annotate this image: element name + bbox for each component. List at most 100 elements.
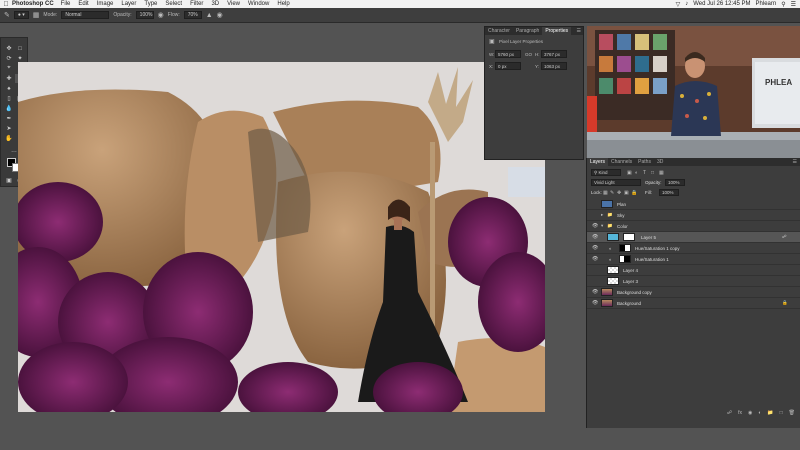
tab-3d[interactable]: 3D (654, 159, 666, 165)
lock-position-icon[interactable]: ✥ (617, 190, 621, 196)
brush-tool-icon[interactable]: ✎ (4, 11, 10, 19)
menu-edit[interactable]: Edit (78, 1, 88, 7)
tab-channels[interactable]: Channels (608, 159, 635, 165)
volume-icon[interactable]: ♪ (685, 1, 688, 7)
layer-mask-thumbnail[interactable] (619, 255, 631, 263)
options-bar: ✎ ● ▾ ▦ Mode: Normal Opacity: 100% ◉ Flo… (0, 8, 800, 23)
crop-tool-icon[interactable]: ⌖ (4, 64, 14, 73)
menu-type[interactable]: Type (144, 1, 157, 7)
visibility-eye-icon[interactable]: 👁 (592, 223, 598, 229)
tab-paths[interactable]: Paths (635, 159, 654, 165)
layer-row-sky[interactable]: ▸ 📁 Sky (587, 210, 800, 221)
layer-row-background[interactable]: 👁 Background 🔒 (587, 298, 800, 309)
blend-mode-select[interactable]: Vivid Light (591, 179, 641, 186)
pressure-size-icon[interactable]: ◉ (217, 11, 223, 19)
wifi-icon[interactable]: ▽ (676, 1, 681, 8)
menu-file[interactable]: File (61, 1, 71, 7)
pixel-layer-icon: ▣ (489, 39, 495, 45)
filter-smart-object-icon[interactable]: ▦ (659, 170, 664, 176)
tab-paragraph[interactable]: Paragraph (513, 28, 542, 34)
filter-adjustment-icon[interactable]: ◐ (635, 170, 638, 176)
hand-tool-icon[interactable]: ✋ (4, 134, 14, 143)
lock-artboard-icon[interactable]: ▣ (624, 190, 629, 196)
blur-tool-icon[interactable]: 💧 (4, 104, 14, 113)
layer-style-icon[interactable]: fx (738, 410, 742, 420)
pressure-opacity-icon[interactable]: ◉ (158, 11, 164, 19)
marquee-tool-icon[interactable]: □ (15, 44, 25, 53)
document-canvas[interactable] (18, 62, 545, 412)
lock-pixels-icon[interactable]: ▦ (603, 190, 608, 196)
height-field[interactable]: 3767 px (541, 50, 567, 58)
app-name-menu[interactable]: Photoshop CC (12, 1, 54, 7)
menu-window[interactable]: Window (248, 1, 269, 7)
lock-paint-icon[interactable]: ✎ (610, 190, 614, 196)
search-icon[interactable]: ⚲ (781, 1, 785, 8)
layer-filter-kind[interactable]: ⚲ Kind (591, 169, 621, 176)
layer-row-layer-3[interactable]: Layer 3 (587, 276, 800, 287)
tab-layers[interactable]: Layers (587, 158, 609, 166)
delete-layer-icon[interactable]: 🗑 (789, 410, 795, 420)
layer-row-color[interactable]: 👁 ▾ 📁 Color (587, 221, 800, 232)
link-layers-icon[interactable]: ☍ (727, 410, 732, 420)
group-expand-icon[interactable]: ▸ (601, 212, 603, 218)
menu-help[interactable]: Help (277, 1, 289, 7)
layer-row-hue-sat-copy[interactable]: 👁 ◐ Hue/Saturation 1 copy (587, 243, 800, 254)
eraser-tool-icon[interactable]: ▯ (4, 94, 14, 103)
menu-3d[interactable]: 3D (211, 1, 219, 7)
pen-tool-icon[interactable]: ✒ (4, 114, 14, 123)
filter-shape-icon[interactable]: □ (651, 170, 654, 176)
tab-properties[interactable]: Properties (542, 27, 572, 35)
menu-view[interactable]: View (227, 1, 240, 7)
visibility-eye-icon[interactable]: 👁 (592, 245, 598, 251)
healing-brush-tool-icon[interactable]: ✚ (4, 74, 14, 83)
visibility-eye-icon[interactable]: 👁 (592, 289, 598, 295)
layer-fill-field[interactable]: 100% (659, 189, 679, 196)
move-tool-icon[interactable]: ✥ (4, 44, 14, 53)
apple-icon[interactable]:  (0, 1, 12, 8)
clone-stamp-tool-icon[interactable]: ♠ (4, 84, 14, 93)
layer-row-plan[interactable]: Plan (587, 199, 800, 210)
layer-row-background-copy[interactable]: 👁 Background copy (587, 287, 800, 298)
clock[interactable]: Wed Jul 26 12:45 PM (693, 1, 750, 7)
user-name[interactable]: Phlearn (756, 1, 777, 7)
group-collapse-icon[interactable]: ▾ (601, 223, 603, 229)
layer-mask-thumbnail[interactable] (619, 244, 631, 252)
link-button[interactable]: GO (525, 52, 532, 57)
layer-link-icon[interactable]: ☍ (782, 234, 787, 240)
menu-select[interactable]: Select (165, 1, 182, 7)
x-field[interactable]: 0 px (495, 62, 521, 70)
y-field[interactable]: 1063 px (541, 62, 567, 70)
layer-mask-thumbnail[interactable] (623, 233, 635, 241)
visibility-eye-icon[interactable]: 👁 (592, 234, 598, 240)
quick-mask-icon[interactable]: ▣ (4, 176, 14, 185)
layer-row-layer-4[interactable]: Layer 4 (587, 265, 800, 276)
layer-opacity-field[interactable]: 100% (665, 179, 685, 186)
menu-image[interactable]: Image (97, 1, 114, 7)
add-mask-icon[interactable]: ◉ (748, 410, 752, 420)
menu-filter[interactable]: Filter (190, 1, 203, 7)
new-layer-icon[interactable]: □ (780, 410, 783, 420)
panel-menu-icon[interactable]: ☰ (577, 28, 583, 34)
menu-layer[interactable]: Layer (121, 1, 136, 7)
brush-size-picker[interactable]: ● ▾ (13, 11, 29, 19)
flow-field[interactable]: 70% (183, 11, 202, 19)
filter-pixel-icon[interactable]: ▣ (627, 170, 632, 176)
menu-list-icon[interactable]: ☰ (791, 1, 796, 8)
visibility-eye-icon[interactable]: 👁 (592, 256, 598, 262)
layers-panel-menu-icon[interactable]: ☰ (793, 159, 800, 165)
path-select-tool-icon[interactable]: ➤ (4, 124, 14, 133)
mode-select[interactable]: Normal (61, 11, 110, 19)
airbrush-icon[interactable]: ▲ (206, 12, 213, 19)
brush-panel-icon[interactable]: ▦ (33, 11, 40, 19)
layer-row-layer-5[interactable]: 👁 Layer 5 ☍ (587, 232, 800, 243)
filter-type-icon[interactable]: T (643, 170, 646, 176)
new-adjustment-icon[interactable]: ◐ (758, 410, 761, 420)
tab-character[interactable]: Character (485, 28, 513, 34)
layer-row-hue-sat[interactable]: 👁 ◐ Hue/Saturation 1 (587, 254, 800, 265)
lock-all-icon[interactable]: 🔒 (631, 190, 637, 196)
opacity-field[interactable]: 100% (135, 11, 154, 19)
visibility-eye-icon[interactable]: 👁 (592, 300, 598, 306)
lasso-tool-icon[interactable]: ⟳ (4, 54, 14, 63)
width-field[interactable]: 5760 px (495, 50, 521, 58)
new-group-icon[interactable]: 📁 (767, 410, 773, 420)
